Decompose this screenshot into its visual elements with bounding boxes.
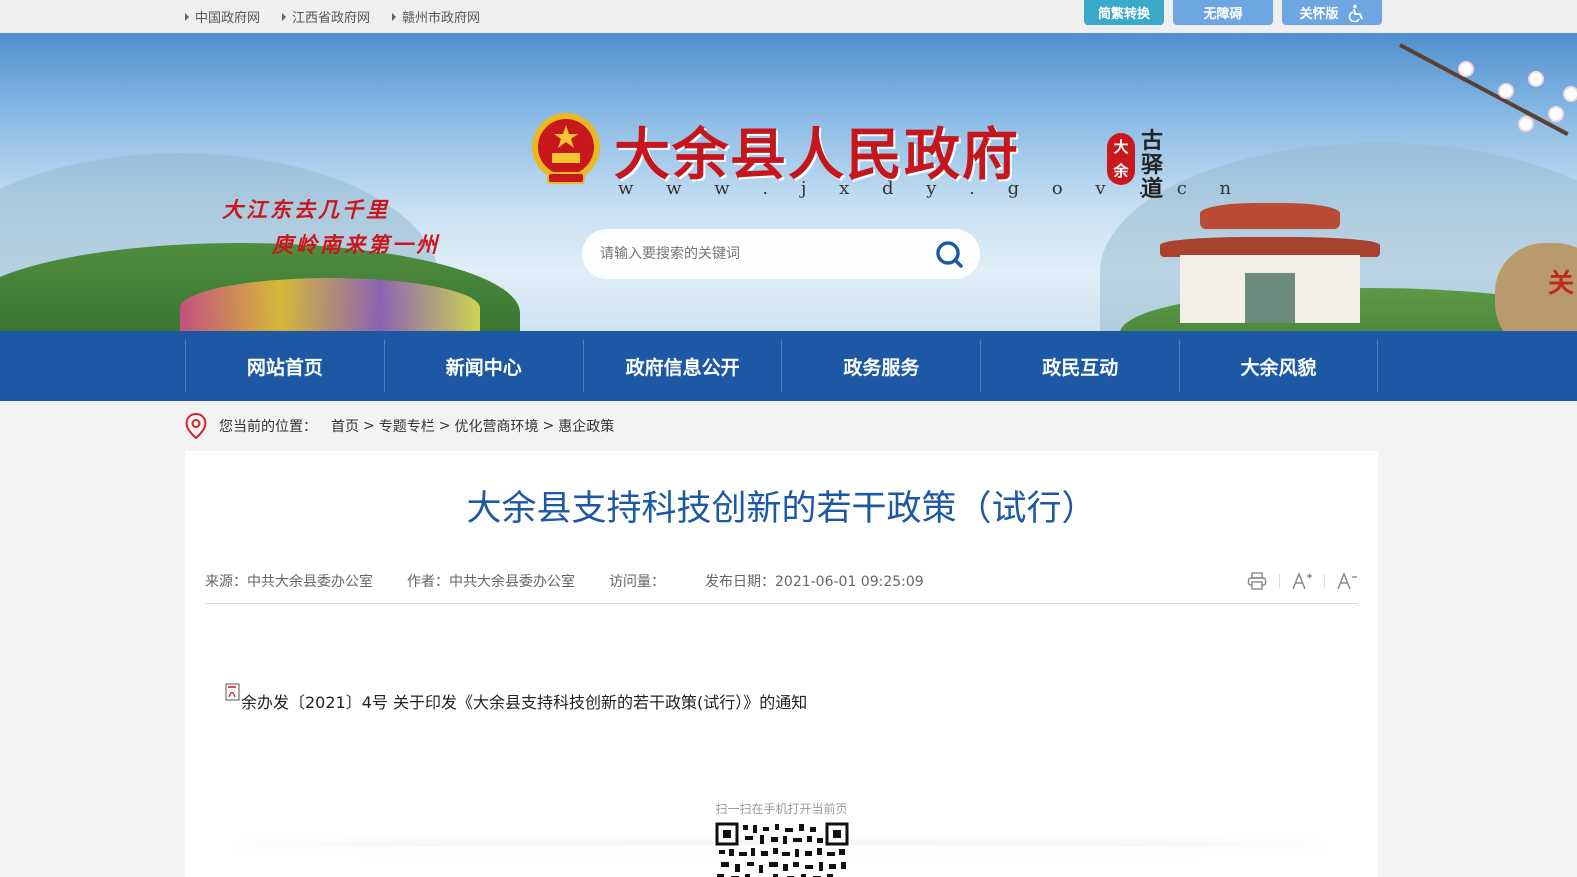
- printer-icon: [1247, 572, 1267, 590]
- article-publish-date: 发布日期：2021-06-01 09:25:09: [705, 574, 924, 590]
- breadcrumb-business-env[interactable]: 优化营商环境: [454, 416, 538, 436]
- article-meta: 来源：中共大余县委办公室 作者：中共大余县委办公室 访问量： 发布日期：2021…: [205, 571, 958, 591]
- pdf-file-icon: [225, 683, 240, 701]
- breadcrumb-home[interactable]: 首页: [331, 416, 359, 436]
- tool-separator: [1324, 574, 1325, 588]
- ancient-road-seal: 大余 古驿道: [1103, 129, 1183, 207]
- top-link-ganzhou[interactable]: 赣州市政府网: [392, 7, 480, 26]
- top-bar: 中国政府网 江西省政府网 赣州市政府网 简繁转换 无障碍 关怀版: [0, 0, 1577, 33]
- main-nav: 网站首页 新闻中心 政府信息公开 政务服务 政民互动 大余风貌: [0, 331, 1577, 401]
- button-label: 关怀版: [1299, 7, 1339, 22]
- national-emblem-icon: [532, 113, 600, 184]
- top-link-label[interactable]: 中国政府网: [195, 7, 260, 26]
- seal-black-text: 古驿道: [1141, 128, 1164, 202]
- slogan-line-1: 大江东去几千里: [222, 197, 390, 222]
- accessibility-button[interactable]: 无障碍: [1173, 0, 1273, 25]
- top-link-gov-cn[interactable]: 中国政府网: [185, 7, 260, 26]
- triangle-icon: [282, 12, 287, 21]
- search-input[interactable]: [600, 239, 920, 269]
- nav-news[interactable]: 新闻中心: [383, 340, 583, 392]
- wheelchair-icon: [1348, 4, 1363, 22]
- plum-blossom-decoration: [1399, 33, 1577, 153]
- button-label: 简繁转换: [1097, 7, 1150, 22]
- simplified-traditional-button[interactable]: 简繁转换: [1084, 0, 1164, 25]
- font-decrease-icon: [1337, 571, 1357, 590]
- article-title: 大余县支持科技创新的若干政策（试行）: [466, 489, 1097, 529]
- nav-interaction[interactable]: 政民互动: [980, 340, 1179, 392]
- print-button[interactable]: [1245, 569, 1269, 593]
- triangle-icon: [185, 12, 189, 21]
- triangle-icon: [392, 12, 397, 21]
- font-increase-button[interactable]: [1290, 569, 1314, 593]
- top-link-label[interactable]: 赣州市政府网: [402, 7, 480, 26]
- top-buttons: 简繁转换 无障碍 关怀版: [1084, 0, 1382, 25]
- breadcrumb-label: 您当前的位置：: [219, 419, 317, 435]
- search-box: [582, 229, 980, 279]
- article-panel: 大余县支持科技创新的若干政策（试行） 来源：中共大余县委办公室 作者：中共大余县…: [185, 451, 1378, 877]
- breadcrumb-separator: >: [438, 418, 451, 434]
- article-source: 来源：中共大余县委办公室: [205, 574, 373, 590]
- footer-shadow: [235, 845, 1328, 855]
- flower-field-decoration: [180, 278, 480, 331]
- seal-red-text: 大余: [1107, 133, 1135, 185]
- nav-scenery[interactable]: 大余风貌: [1179, 340, 1378, 392]
- breadcrumb: 您当前的位置： 首页 > 专题专栏 > 优化营商环境 > 惠企政策: [185, 412, 614, 440]
- elderly-mode-button[interactable]: 关怀版: [1282, 0, 1382, 25]
- meta-divider: [205, 603, 1358, 604]
- breadcrumb-separator: >: [363, 418, 375, 434]
- location-pin-icon: [185, 413, 207, 439]
- article-author: 作者：中共大余县委办公室: [407, 574, 575, 590]
- breadcrumb-separator: >: [542, 418, 555, 434]
- nav-services[interactable]: 政务服务: [781, 340, 980, 392]
- qr-caption: 扫一扫在手机打开当前页: [715, 802, 848, 816]
- breadcrumb-special-topics[interactable]: 专题专栏: [379, 416, 435, 436]
- tool-separator: [1279, 574, 1280, 588]
- attachment-link[interactable]: 余办发〔2021〕4号 关于印发《大余县支持科技创新的若干政策(试行）》的通知: [225, 683, 807, 713]
- slogan-line-2: 庾岭南来第一州: [272, 232, 440, 257]
- font-decrease-button[interactable]: [1335, 569, 1359, 593]
- ancient-gate-decoration: [1160, 203, 1380, 323]
- top-link-label[interactable]: 江西省政府网: [292, 7, 370, 26]
- nav-home[interactable]: 网站首页: [185, 340, 384, 392]
- attachment-text[interactable]: 余办发〔2021〕4号 关于印发《大余县支持科技创新的若干政策(试行）》的通知: [241, 689, 807, 713]
- top-link-jiangxi[interactable]: 江西省政府网: [282, 7, 370, 26]
- font-increase-icon: [1292, 571, 1312, 590]
- nav-gov-info[interactable]: 政府信息公开: [582, 340, 782, 392]
- article-visits: 访问量：: [609, 574, 665, 590]
- top-links: 中国政府网 江西省政府网 赣州市政府网: [185, 7, 480, 26]
- article-tools: [1245, 569, 1359, 593]
- button-label: 无障碍: [1203, 7, 1243, 22]
- search-icon[interactable]: [934, 239, 964, 269]
- rock-text: 关: [1548, 269, 1575, 299]
- breadcrumb-policies[interactable]: 惠企政策: [558, 416, 614, 436]
